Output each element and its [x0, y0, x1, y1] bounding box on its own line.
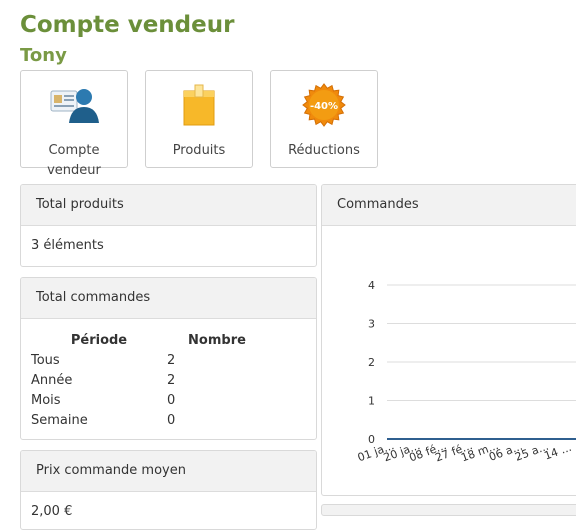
- seller-account-icon: [50, 89, 99, 123]
- y-tick-label: 2: [368, 356, 375, 369]
- period-cell: Mois: [31, 392, 61, 408]
- panel-title: Commandes: [322, 185, 576, 226]
- next-panel-edge: [321, 504, 576, 516]
- total-products-value: 3 éléments: [31, 238, 104, 253]
- column-header-period: Période: [70, 332, 128, 348]
- period-cell: Tous: [31, 352, 60, 368]
- table-row: Semaine 0: [31, 410, 267, 430]
- panel-title: Prix commande moyen: [21, 451, 316, 492]
- count-cell: 0: [167, 412, 176, 428]
- table-row: Année 2: [31, 370, 267, 390]
- page-title: Compte vendeur: [20, 12, 235, 38]
- product-box-icon: [183, 84, 215, 126]
- count-cell: 2: [167, 352, 176, 368]
- orders-table: Période Nombre Tous 2 Année 2 Mois 0 Sem…: [31, 330, 267, 430]
- tile-products[interactable]: Produits: [145, 70, 253, 168]
- y-tick-label: 0: [368, 433, 375, 446]
- average-price-panel: Prix commande moyen 2,00 €: [20, 450, 317, 530]
- count-cell: 2: [167, 372, 176, 388]
- orders-chart: 0123401 ja...20 ja...08 fé...27 fé...18 …: [356, 279, 576, 464]
- discount-badge-text: -40%: [310, 101, 338, 112]
- tile-label: Compte vendeur: [47, 143, 101, 178]
- period-cell: Année: [31, 372, 73, 388]
- average-price-value: 2,00 €: [31, 504, 73, 519]
- count-cell: 0: [167, 392, 176, 408]
- total-orders-panel: Total commandes Période Nombre Tous 2 An…: [20, 277, 317, 440]
- y-tick-label: 1: [368, 395, 375, 408]
- table-row: Tous 2: [31, 350, 267, 370]
- column-header-count: Nombre: [188, 332, 246, 348]
- table-row: Mois 0: [31, 390, 267, 410]
- period-cell: Semaine: [31, 412, 88, 428]
- discount-badge-icon: -40%: [302, 83, 346, 127]
- orders-chart-panel: Commandes 0 1 2 3 4 01 ja... 20 ja... 08 fé... 2…: [321, 184, 576, 496]
- seller-name: Tony: [20, 45, 67, 66]
- tile-discounts[interactable]: -40% Réductions: [270, 70, 378, 168]
- tile-label: Produits: [172, 143, 226, 158]
- y-tick-label: 3: [368, 318, 375, 331]
- panel-title: Total commandes: [21, 278, 316, 319]
- total-products-panel: Total produits 3 éléments: [20, 184, 317, 267]
- panel-title: Total produits: [21, 185, 316, 226]
- tile-label: Réductions: [288, 143, 360, 158]
- tile-seller-account[interactable]: Compte vendeur: [20, 70, 128, 178]
- y-tick-label: 4: [368, 279, 375, 292]
